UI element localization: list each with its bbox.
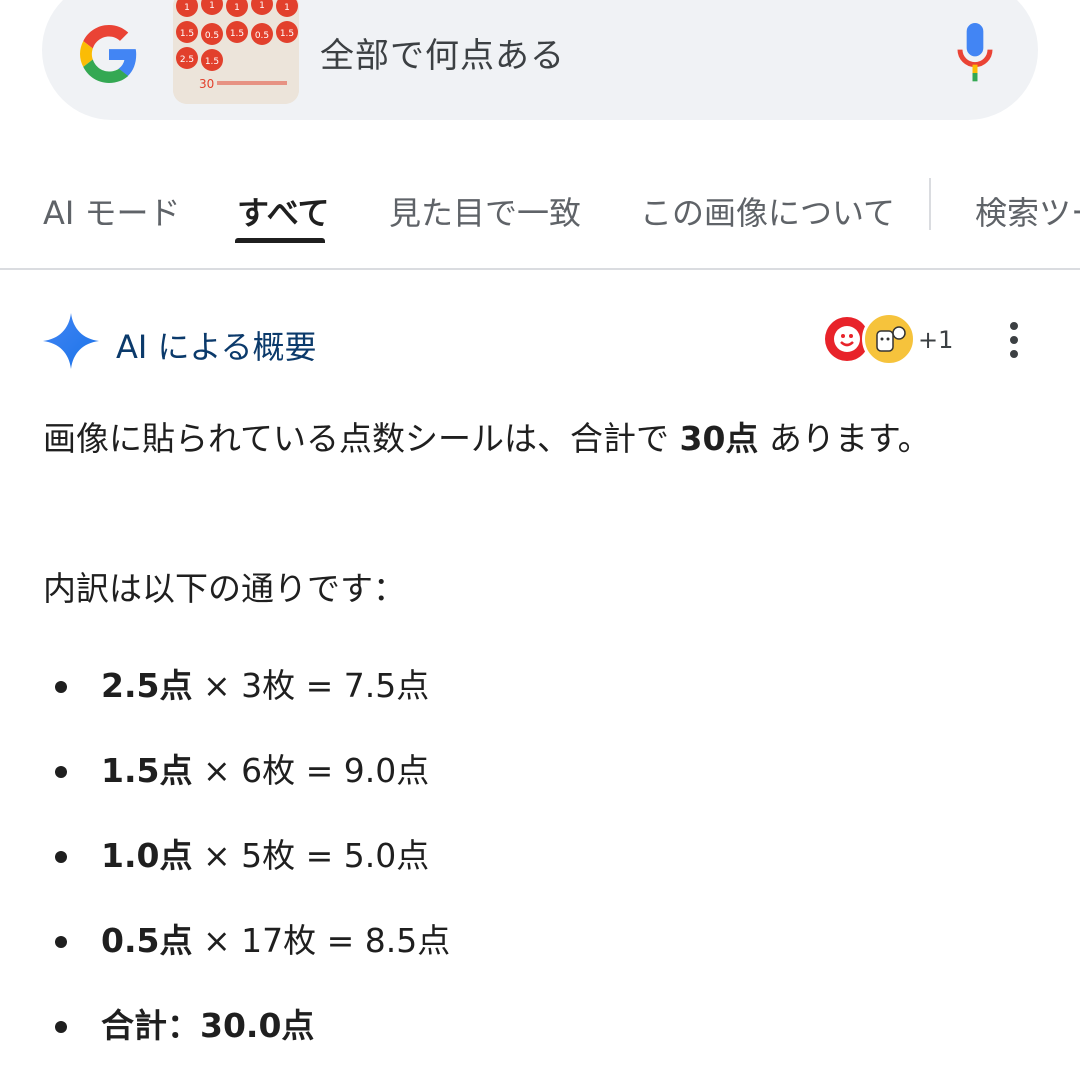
svg-text:1: 1 xyxy=(234,3,240,13)
svg-text:1: 1 xyxy=(209,1,215,11)
svg-text:2.5: 2.5 xyxy=(180,55,194,65)
source-avatars[interactable]: +1 xyxy=(820,312,960,372)
svg-text:30: 30 xyxy=(199,77,214,91)
sticker-sheet-image: 1 1 1 1 1 1.5 0.5 1.5 0.5 1.5 2.5 1.5 30 xyxy=(173,0,299,104)
summary-total: 30点 xyxy=(679,419,759,458)
list-item: 0.5点 × 17枚 = 8.5点 xyxy=(55,914,450,968)
tab-search-tools[interactable]: 検索ツー xyxy=(975,188,1080,234)
svg-text:1.5: 1.5 xyxy=(230,29,244,39)
lightbulb-character-icon xyxy=(867,317,911,361)
item-calc: × 6枚 = 9.0点 xyxy=(192,751,430,790)
item-points: 2.5点 xyxy=(101,666,193,705)
item-points: 0.5点 xyxy=(101,921,193,960)
search-query-text[interactable]: 全部で何点ある xyxy=(320,28,565,77)
tabs-divider-line xyxy=(0,268,1080,270)
total-points: 合計：30.0点 xyxy=(101,1006,315,1045)
item-points: 1.5点 xyxy=(101,751,193,790)
list-item: 1.0点 × 5枚 = 5.0点 xyxy=(55,829,429,883)
tab-visual-matches[interactable]: 見た目で一致 xyxy=(389,188,581,234)
tab-all[interactable]: すべて xyxy=(237,188,329,234)
item-calc: × 17枚 = 8.5点 xyxy=(192,921,451,960)
list-item: 1.5点 × 6枚 = 9.0点 xyxy=(55,744,429,798)
active-tab-indicator xyxy=(235,238,325,243)
search-bar[interactable]: 1 1 1 1 1 1.5 0.5 1.5 0.5 1.5 2.5 1.5 30 全部で何点あ… xyxy=(42,0,1038,120)
google-logo-icon xyxy=(80,25,137,83)
more-sources-count[interactable]: +1 xyxy=(918,326,953,354)
microphone-icon[interactable] xyxy=(955,22,995,84)
tab-about-this-image[interactable]: この画像について xyxy=(640,188,895,234)
svg-text:0.5: 0.5 xyxy=(205,31,219,41)
item-points: 1.0点 xyxy=(101,836,193,875)
more-options-icon[interactable] xyxy=(1004,322,1024,362)
svg-text:1: 1 xyxy=(259,1,265,11)
summary-text: 画像に貼られている点数シールは、合計で 30点 あります。 xyxy=(43,412,943,466)
ai-overview-title: AI による概要 xyxy=(116,328,317,366)
svg-text:1: 1 xyxy=(184,3,190,13)
tab-divider xyxy=(929,178,931,230)
summary-post: あります。 xyxy=(758,419,931,458)
query-image-thumbnail[interactable]: 1 1 1 1 1 1.5 0.5 1.5 0.5 1.5 2.5 1.5 30 xyxy=(173,0,299,104)
svg-text:1.5: 1.5 xyxy=(180,29,194,39)
list-item-total: 合計：30.0点 xyxy=(55,999,314,1053)
list-item: 2.5点 × 3枚 = 7.5点 xyxy=(55,659,429,713)
ai-sparkle-icon xyxy=(43,313,99,369)
item-calc: × 3枚 = 7.5点 xyxy=(192,666,430,705)
svg-text:1.5: 1.5 xyxy=(280,29,294,39)
source-avatar-2[interactable] xyxy=(862,312,916,366)
tab-ai-mode[interactable]: AI モード xyxy=(43,188,181,234)
svg-text:0.5: 0.5 xyxy=(255,31,269,41)
breakdown-intro: 内訳は以下の通りです： xyxy=(43,569,406,608)
svg-text:1.5: 1.5 xyxy=(205,57,219,67)
svg-text:1: 1 xyxy=(284,3,290,13)
summary-pre: 画像に貼られている点数シールは、合計で xyxy=(43,419,680,458)
item-calc: × 5枚 = 5.0点 xyxy=(192,836,430,875)
